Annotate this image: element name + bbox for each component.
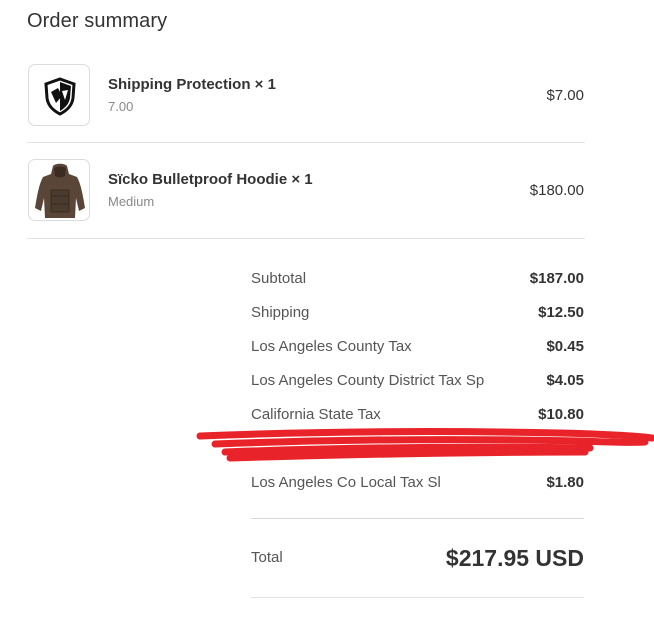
divider — [251, 518, 584, 519]
total-label: Total — [251, 549, 283, 566]
total-value: $217.95 USD — [445, 545, 584, 571]
redaction-scribble — [196, 428, 654, 462]
divider — [251, 597, 584, 598]
